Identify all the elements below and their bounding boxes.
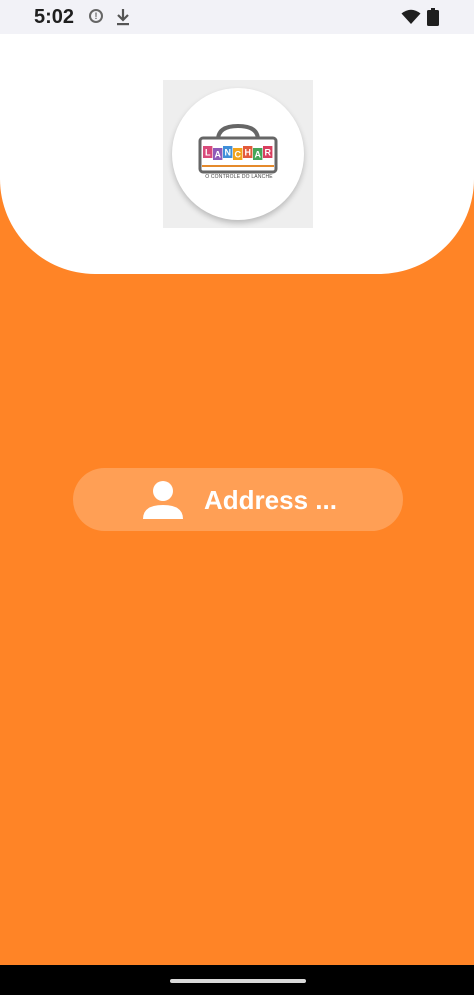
- status-time: 5:02: [34, 6, 75, 28]
- person-icon: [143, 481, 183, 519]
- logo-letter: R: [264, 148, 271, 158]
- address-placeholder: Address ...: [204, 485, 337, 515]
- alert-icon: !: [89, 9, 103, 23]
- download-icon: [117, 9, 129, 26]
- home-gesture-bar[interactable]: [170, 979, 306, 983]
- wifi-icon: [401, 9, 421, 24]
- logo-circle: LANCHAR O CONTROLE DO LANCHE: [172, 88, 304, 220]
- address-input[interactable]: Address ...: [73, 468, 403, 531]
- logo: LANCHAR O CONTROLE DO LANCHE: [163, 80, 313, 228]
- navigation-bar: [0, 965, 474, 995]
- logo-letter: A: [214, 150, 221, 160]
- logo-letter: N: [224, 148, 231, 158]
- logo-lunchbox-icon: LANCHAR: [198, 123, 278, 174]
- logo-letter: H: [244, 148, 251, 158]
- logo-letter: A: [254, 150, 261, 160]
- logo-letter: C: [234, 150, 241, 160]
- battery-icon: [427, 8, 439, 26]
- logo-letter: L: [205, 148, 211, 158]
- status-bar: 5:02 !: [0, 0, 474, 34]
- logo-tagline: O CONTROLE DO LANCHE: [205, 174, 273, 180]
